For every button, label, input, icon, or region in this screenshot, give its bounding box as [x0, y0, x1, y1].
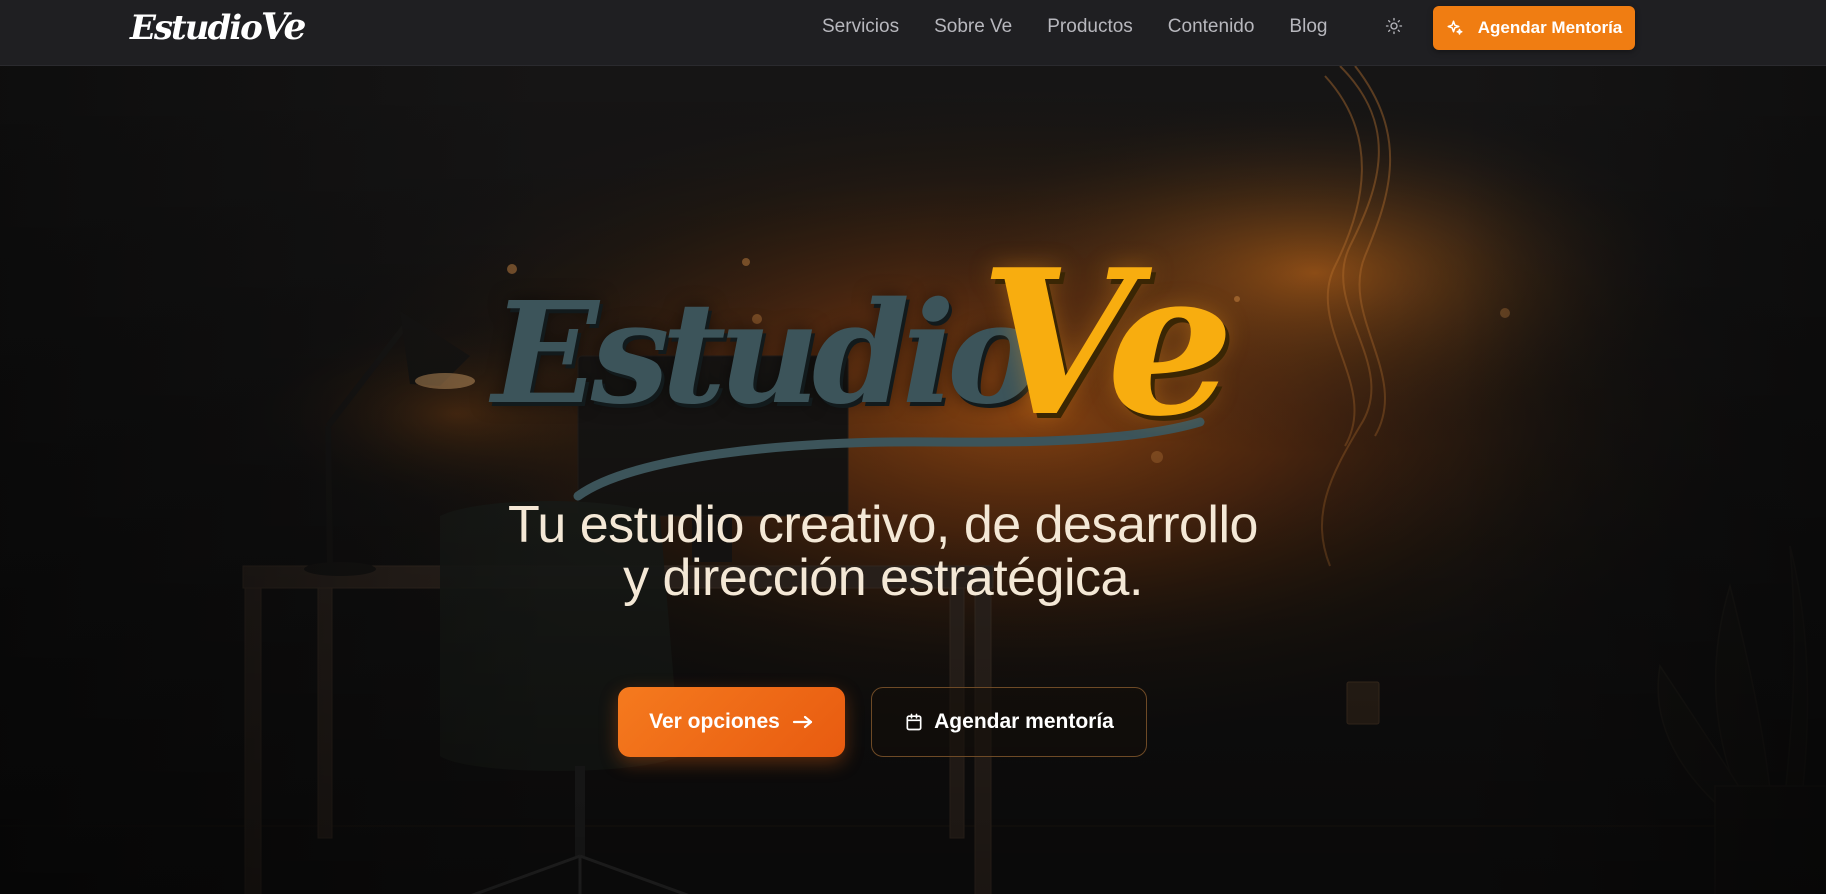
nav-link-servicios[interactable]: Servicios [822, 16, 899, 38]
hero-section: Estudio Ve Tu estudio creativo, de desar… [0, 66, 1826, 894]
hero-logo-ve: Ve [980, 226, 1234, 461]
ver-opciones-label: Ver opciones [649, 710, 780, 733]
nav-logo[interactable]: EstudioVe [130, 2, 307, 52]
ver-opciones-button[interactable]: Ver opciones [618, 687, 845, 757]
hero-logo: Estudio Ve [480, 196, 1280, 506]
hero-title: Tu estudio creativo, de desarrollo y dir… [363, 499, 1403, 605]
agendar-mentoria-button[interactable]: Agendar mentoría [871, 687, 1147, 757]
sparkle-icon [1447, 20, 1463, 35]
nav-links: Servicios Sobre Ve Productos Contenido B… [822, 0, 1362, 54]
sun-icon [1385, 17, 1403, 35]
nav-link-contenido[interactable]: Contenido [1168, 16, 1255, 38]
nav-agendar-mentoria-button[interactable]: Agendar Mentoría [1433, 6, 1635, 50]
theme-toggle-button[interactable] [1383, 15, 1405, 37]
nav-logo-text-estudio: Estudio [130, 8, 263, 48]
arrow-right-icon [792, 715, 812, 729]
hero-title-line-1: Tu estudio creativo, de desarrollo [508, 496, 1258, 554]
page: EstudioVe Servicios Sobre Ve Productos C… [0, 0, 1826, 894]
nav-link-productos[interactable]: Productos [1047, 16, 1133, 38]
nav-cta-label: Agendar Mentoría [1477, 18, 1623, 37]
nav-link-sobre-ve[interactable]: Sobre Ve [934, 16, 1012, 38]
nav-logo-text-ve: Ve [260, 6, 307, 48]
agendar-mentoria-label: Agendar mentoría [934, 710, 1114, 733]
hero-title-line-2: y dirección estratégica. [623, 549, 1143, 607]
hero-logo-estudio: Estudio [492, 272, 1040, 436]
calendar-icon [906, 713, 922, 731]
top-navbar: EstudioVe Servicios Sobre Ve Productos C… [0, 0, 1826, 66]
nav-link-blog[interactable]: Blog [1289, 16, 1327, 38]
